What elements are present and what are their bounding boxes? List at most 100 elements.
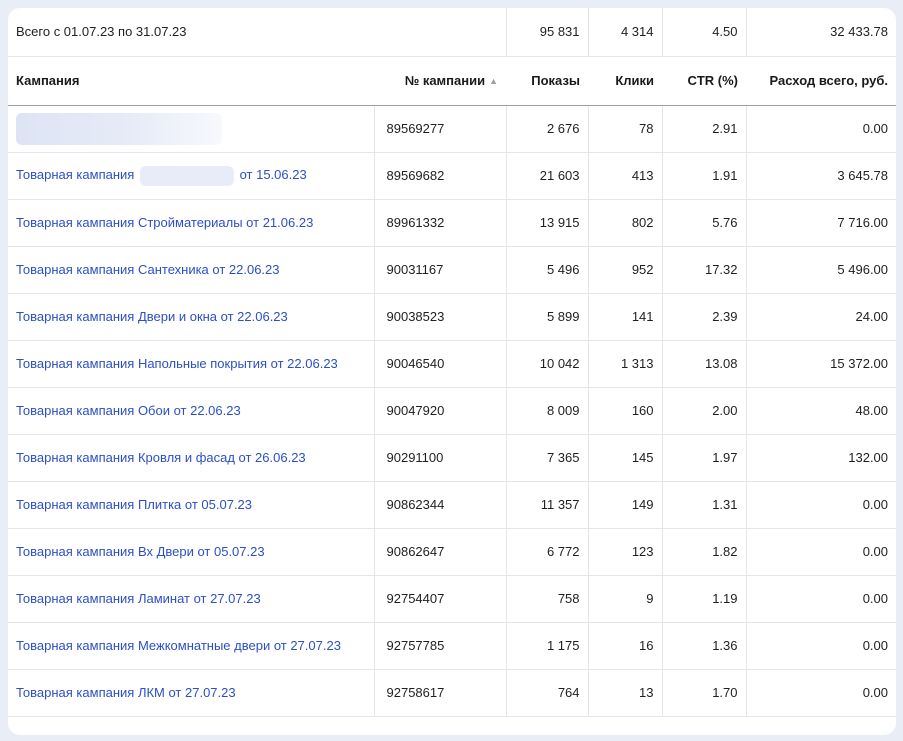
impressions-cell: 764 (506, 669, 589, 717)
clicks-cell: 123 (588, 528, 663, 576)
sort-ascending-icon: ▲ (489, 76, 499, 86)
campaign-name-cell: Товарная кампания Обои от 22.06.23 (8, 387, 375, 435)
clicks-cell: 145 (588, 434, 663, 482)
impressions-cell: 5 899 (506, 293, 589, 341)
redacted-campaign-name (16, 112, 222, 145)
campaign-stats-table: Всего с 01.07.23 по 31.07.23 95 831 4 31… (8, 8, 896, 717)
campaign-link[interactable]: Товарная кампания Вх Двери от 05.07.23 (16, 544, 265, 559)
campaign-id-cell: 92757785 (374, 622, 507, 670)
cost-cell: 7 716.00 (746, 199, 896, 247)
impressions-cell: 2 676 (506, 105, 589, 153)
table-row: Товарная кампания Кровля и фасад от 26.0… (8, 434, 896, 482)
ctr-cell: 2.91 (662, 105, 747, 153)
campaign-link-suffix: от 15.06.23 (239, 166, 307, 182)
campaign-link[interactable]: Товарная кампания Кровля и фасад от 26.0… (16, 450, 306, 465)
clicks-cell: 149 (588, 481, 663, 529)
impressions-cell: 8 009 (506, 387, 589, 435)
campaign-link[interactable]: Товарная кампания Обои от 22.06.23 (16, 403, 241, 418)
campaign-id-cell: 90862344 (374, 481, 507, 529)
table-row: Товарная кампания Напольные покрытия от … (8, 340, 896, 388)
ctr-cell: 1.91 (662, 152, 747, 200)
cost-cell: 0.00 (746, 481, 896, 529)
report-card: Всего с 01.07.23 по 31.07.23 95 831 4 31… (8, 8, 896, 735)
clicks-cell: 160 (588, 387, 663, 435)
table-row: Товарная кампания ЛКМ от 27.07.23 927586… (8, 669, 896, 717)
clicks-cell: 16 (588, 622, 663, 670)
cost-cell: 132.00 (746, 434, 896, 482)
ctr-cell: 2.39 (662, 293, 747, 341)
clicks-cell: 413 (588, 152, 663, 200)
column-header-clicks[interactable]: Клики (588, 56, 663, 106)
ctr-cell: 5.76 (662, 199, 747, 247)
campaign-link[interactable]: Товарная кампания Напольные покрытия от … (16, 356, 338, 371)
campaign-id-cell: 89569277 (374, 105, 507, 153)
table-row: Товарная кампания Плитка от 05.07.23 908… (8, 481, 896, 529)
campaign-name-cell: Товарная кампания Сантехника от 22.06.23 (8, 246, 375, 294)
campaign-id-cell: 89961332 (374, 199, 507, 247)
campaign-name-cell: Товарная кампания от 15.06.23 (8, 152, 375, 200)
cost-cell: 0.00 (746, 105, 896, 153)
campaign-link[interactable]: Товарная кампания от 15.06.23 (16, 165, 307, 186)
column-header-campaign-id[interactable]: № кампании ▲ (374, 56, 507, 106)
ctr-cell: 1.82 (662, 528, 747, 576)
campaign-link-prefix: Товарная кампания (16, 166, 135, 182)
column-header-impressions[interactable]: Показы (506, 56, 589, 106)
campaign-id-cell: 89569682 (374, 152, 507, 200)
clicks-cell: 9 (588, 575, 663, 623)
redacted-campaign-name-part (139, 165, 234, 186)
table-row: Товарная кампания Двери и окна от 22.06.… (8, 293, 896, 341)
table-row: Товарная кампания Ламинат от 27.07.23 92… (8, 575, 896, 623)
campaign-name-cell (8, 105, 375, 153)
summary-cost: 32 433.78 (746, 8, 896, 57)
clicks-cell: 78 (588, 105, 663, 153)
cost-cell: 5 496.00 (746, 246, 896, 294)
summary-ctr: 4.50 (662, 8, 747, 57)
impressions-cell: 11 357 (506, 481, 589, 529)
campaign-name-cell: Товарная кампания Стройматериалы от 21.0… (8, 199, 375, 247)
page-frame: Всего с 01.07.23 по 31.07.23 95 831 4 31… (0, 0, 903, 741)
campaign-id-cell: 92754407 (374, 575, 507, 623)
column-header-ctr[interactable]: CTR (%) (662, 56, 747, 106)
table-row: Товарная кампания от 15.06.23 89569682 2… (8, 152, 896, 200)
campaign-name-cell: Товарная кампания Двери и окна от 22.06.… (8, 293, 375, 341)
campaign-link[interactable]: Товарная кампания ЛКМ от 27.07.23 (16, 685, 236, 700)
campaign-name-cell: Товарная кампания Напольные покрытия от … (8, 340, 375, 388)
campaign-name-cell: Товарная кампания Кровля и фасад от 26.0… (8, 434, 375, 482)
cost-cell: 0.00 (746, 528, 896, 576)
cost-cell: 0.00 (746, 622, 896, 670)
campaign-id-cell: 90291100 (374, 434, 507, 482)
ctr-cell: 2.00 (662, 387, 747, 435)
column-header-ctr-label: CTR (%) (687, 73, 739, 88)
column-header-campaign[interactable]: Кампания (8, 56, 374, 106)
campaign-link[interactable]: Товарная кампания Двери и окна от 22.06.… (16, 309, 288, 324)
clicks-cell: 802 (588, 199, 663, 247)
campaign-link[interactable]: Товарная кампания Сантехника от 22.06.23 (16, 262, 280, 277)
ctr-cell: 13.08 (662, 340, 747, 388)
cost-cell: 48.00 (746, 387, 896, 435)
campaign-name-cell: Товарная кампания Межкомнатные двери от … (8, 622, 375, 670)
campaign-link[interactable]: Товарная кампания Плитка от 05.07.23 (16, 497, 252, 512)
summary-row: Всего с 01.07.23 по 31.07.23 95 831 4 31… (8, 8, 896, 57)
impressions-cell: 7 365 (506, 434, 589, 482)
column-header-cost[interactable]: Расход всего, руб. (746, 56, 896, 106)
summary-label: Всего с 01.07.23 по 31.07.23 (8, 8, 507, 57)
table-row: Товарная кампания Сантехника от 22.06.23… (8, 246, 896, 294)
campaign-link[interactable]: Товарная кампания Стройматериалы от 21.0… (16, 215, 313, 230)
table-row: Товарная кампания Вх Двери от 05.07.23 9… (8, 528, 896, 576)
cost-cell: 3 645.78 (746, 152, 896, 200)
impressions-cell: 13 915 (506, 199, 589, 247)
clicks-cell: 1 313 (588, 340, 663, 388)
ctr-cell: 17.32 (662, 246, 747, 294)
campaign-link[interactable]: Товарная кампания Ламинат от 27.07.23 (16, 591, 261, 606)
cost-cell: 0.00 (746, 575, 896, 623)
column-header-impressions-label: Показы (531, 73, 581, 88)
table-header-row: Кампания № кампании ▲ Показы Клики CTR (%… (8, 56, 896, 106)
table-row: Товарная кампания Стройматериалы от 21.0… (8, 199, 896, 247)
impressions-cell: 10 042 (506, 340, 589, 388)
ctr-cell: 1.97 (662, 434, 747, 482)
column-header-campaign-label: Кампания (16, 73, 80, 88)
cost-cell: 15 372.00 (746, 340, 896, 388)
ctr-cell: 1.31 (662, 481, 747, 529)
column-header-cost-label: Расход всего, руб. (769, 73, 889, 88)
campaign-link[interactable]: Товарная кампания Межкомнатные двери от … (16, 638, 341, 653)
